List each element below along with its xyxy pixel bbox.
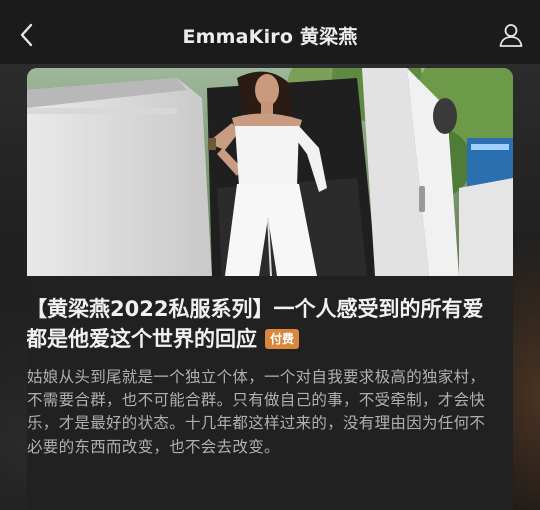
article-title-text: 【黄梁燕2022私服系列】一个人感受到的所有爱 都是他爱这个世界的回应 <box>27 297 484 351</box>
page-title: EmmaKiro 黄梁燕 <box>182 26 358 48</box>
paid-badge: 付费 <box>265 329 300 349</box>
cover-image[interactable] <box>27 68 513 276</box>
profile-button[interactable] <box>496 20 526 50</box>
top-nav-bar: EmmaKiro 黄梁燕 <box>0 0 540 64</box>
article-card[interactable]: 【黄梁燕2022私服系列】一个人感受到的所有爱 都是他爱这个世界的回应 付费 姑娘… <box>27 68 513 510</box>
article-description: 姑娘从头到尾就是一个独立个体，一个对自我要求极高的独家村，不需要合群，也不可能合… <box>27 368 486 456</box>
article-title[interactable]: 【黄梁燕2022私服系列】一个人感受到的所有爱 都是他爱这个世界的回应 付费 <box>27 294 496 354</box>
profile-icon <box>499 24 523 47</box>
